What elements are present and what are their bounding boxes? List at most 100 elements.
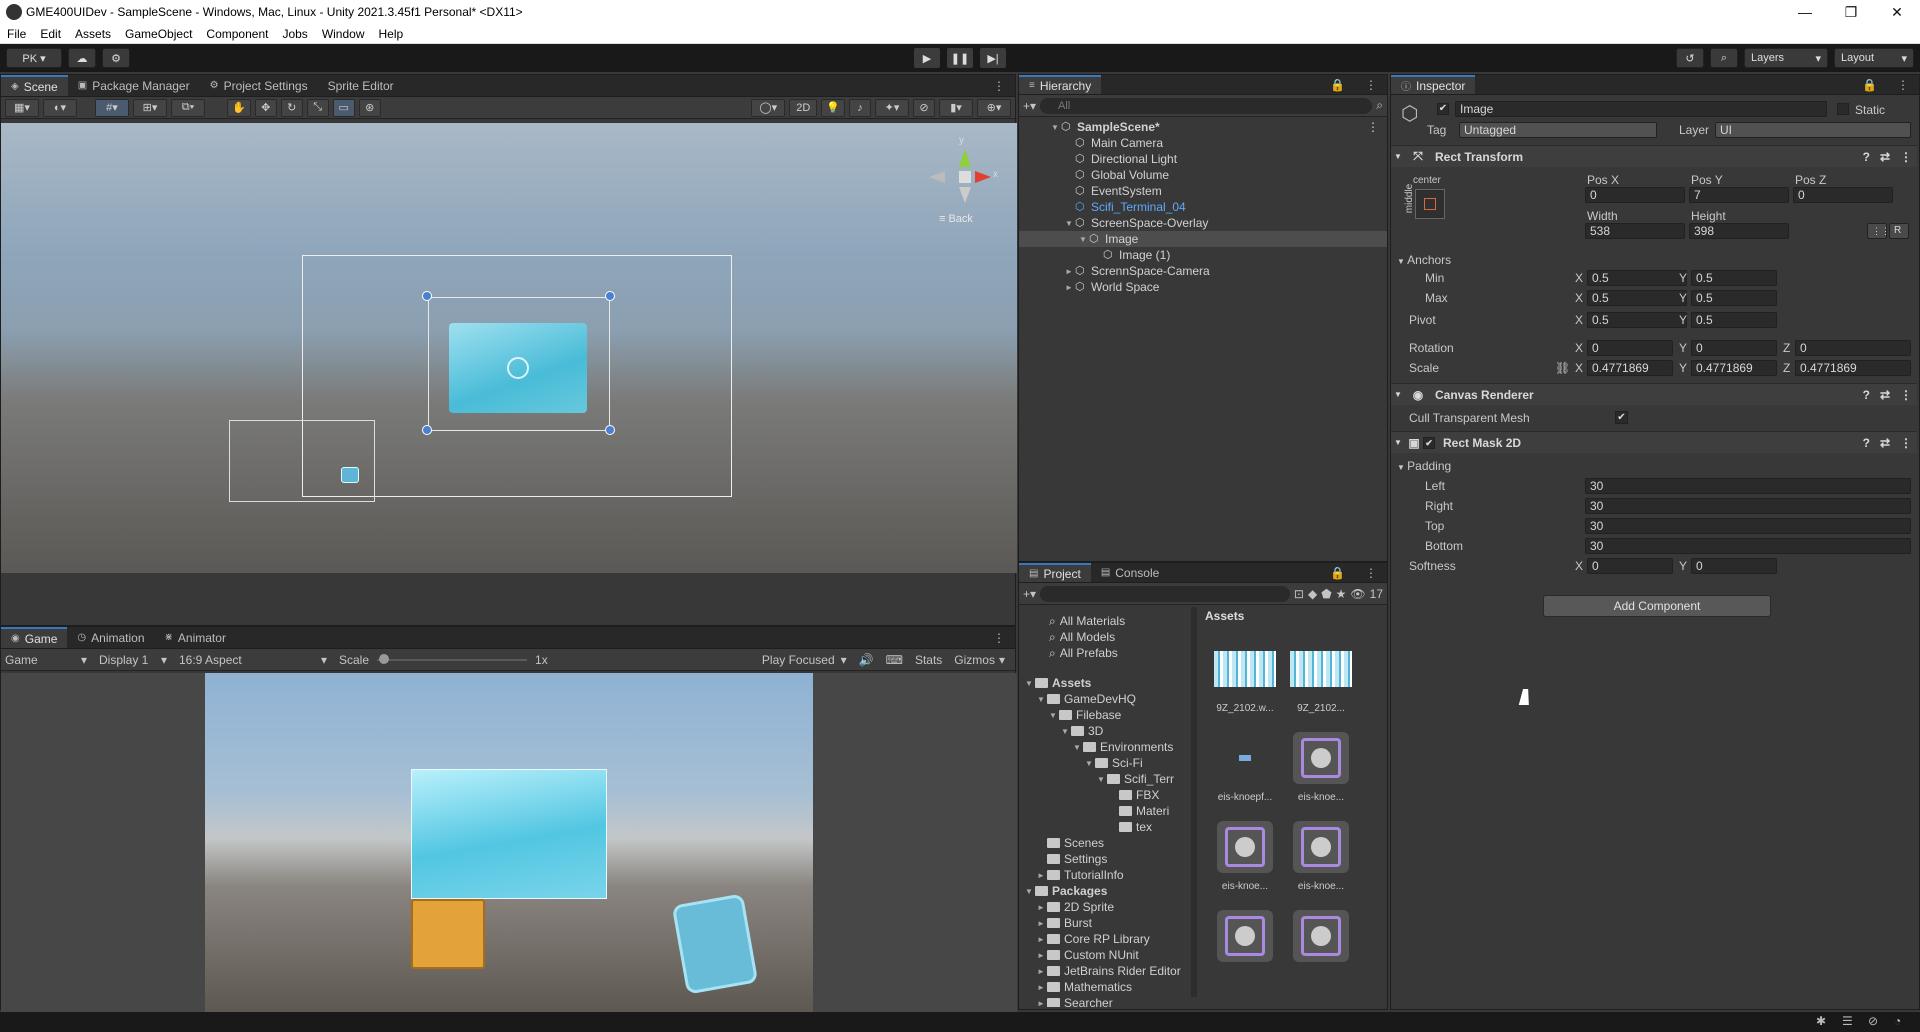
pivot-y-field[interactable]: 0.5 bbox=[1691, 312, 1777, 328]
blueprint-mode-button[interactable]: ⋮⋮ bbox=[1867, 223, 1887, 239]
project-tree-row[interactable]: ► JetBrains Rider Editor bbox=[1019, 963, 1191, 979]
audio-icon[interactable]: ♪ bbox=[849, 98, 871, 117]
project-tree-row[interactable]: ► Searcher bbox=[1019, 995, 1191, 1007]
foldout-arrow-icon[interactable]: ▼ bbox=[1059, 727, 1071, 736]
anchors-foldout[interactable]: ▼ Anchors bbox=[1397, 253, 1451, 267]
move-tool-icon[interactable]: ✥ bbox=[254, 98, 277, 117]
pause-button[interactable]: ❚❚ bbox=[947, 48, 973, 68]
project-tree-row[interactable]: Settings bbox=[1019, 851, 1191, 867]
project-tree-row[interactable]: ► Mathematics bbox=[1019, 979, 1191, 995]
scale-x-field[interactable]: 0.4771869 bbox=[1587, 360, 1673, 376]
hierarchy-row[interactable]: ⬡ Global Volume bbox=[1019, 167, 1387, 183]
menu-edit[interactable]: Edit bbox=[33, 27, 68, 41]
rect-mask-enabled-checkbox[interactable]: ✔ bbox=[1423, 436, 1435, 449]
auto-gen-lighting-icon[interactable]: ⊘ bbox=[1868, 1014, 1878, 1028]
scene-viewport[interactable]: y x ≡ Back bbox=[1, 123, 1017, 573]
draw-mode-icon[interactable]: ▦▾ bbox=[5, 98, 39, 117]
grid-snap-icon[interactable]: #▾ bbox=[95, 98, 129, 117]
menu-window[interactable]: Window bbox=[315, 27, 372, 41]
project-tree-row[interactable]: ▼ 3D bbox=[1019, 723, 1191, 739]
component-menu-icon[interactable]: ⋮ bbox=[1895, 150, 1917, 164]
component-menu-icon[interactable]: ⋮ bbox=[1895, 388, 1917, 402]
scene-gizmo[interactable]: y x ≡ Back bbox=[929, 135, 1005, 225]
foldout-arrow-icon[interactable]: ▼ bbox=[1095, 775, 1107, 784]
cache-icon[interactable]: ☰ bbox=[1842, 1014, 1853, 1028]
rect-transform-header[interactable]: ▼ ⤧ Rect Transform ? ⇄ ⋮ bbox=[1391, 145, 1917, 167]
foldout-arrow-icon[interactable]: ▼ bbox=[1391, 152, 1405, 161]
asset-item[interactable] bbox=[1207, 908, 1283, 970]
tab-scene[interactable]: ◈ Scene bbox=[1, 75, 68, 96]
panel-menu-icon[interactable]: ⋮ bbox=[983, 627, 1015, 648]
mode-2d-button[interactable]: 2D bbox=[789, 98, 818, 117]
raw-edit-button[interactable]: R bbox=[1889, 223, 1909, 239]
tab-animation[interactable]: ◷ Animation bbox=[67, 627, 154, 648]
rect-handle[interactable] bbox=[605, 291, 615, 301]
help-icon[interactable]: ? bbox=[1858, 388, 1875, 402]
project-tree-row[interactable]: Materi bbox=[1019, 803, 1191, 819]
foldout-arrow-icon[interactable]: ► bbox=[1035, 871, 1047, 880]
tab-inspector[interactable]: ⓘ Inspector bbox=[1391, 75, 1476, 94]
maximize-button[interactable]: ❐ bbox=[1828, 4, 1874, 21]
project-tree-row[interactable]: FBX bbox=[1019, 787, 1191, 803]
asset-item[interactable]: eis-knoe... bbox=[1283, 819, 1359, 892]
render-mode-icon[interactable]: ◐▾ bbox=[43, 98, 77, 117]
increment-snap-icon[interactable]: ⧉▾ bbox=[171, 98, 205, 117]
foldout-arrow-icon[interactable]: ► bbox=[1035, 967, 1047, 976]
pos-z-field[interactable]: 0 bbox=[1793, 187, 1893, 203]
favorite-item[interactable]: ⌕ All Materials bbox=[1049, 613, 1191, 629]
layer-dropdown[interactable]: UI bbox=[1715, 122, 1911, 138]
padding-bottom-field[interactable]: 30 bbox=[1585, 538, 1911, 554]
gizmo-neg-y-axis-icon[interactable] bbox=[959, 187, 971, 203]
scale-y-field[interactable]: 0.4771869 bbox=[1691, 360, 1777, 376]
hierarchy-row[interactable]: ⬡ Main Camera bbox=[1019, 135, 1387, 151]
hierarchy-row[interactable]: ⬡ Image (1) bbox=[1019, 247, 1387, 263]
tab-sprite-editor[interactable]: Sprite Editor bbox=[318, 75, 404, 96]
preset-icon[interactable]: ⇄ bbox=[1875, 388, 1895, 402]
active-checkbox[interactable]: ✔ bbox=[1437, 103, 1449, 115]
keyboard-icon[interactable]: ⌨ bbox=[880, 653, 909, 667]
rotation-y-field[interactable]: 0 bbox=[1691, 340, 1777, 356]
stats-button[interactable]: Stats bbox=[909, 653, 948, 667]
foldout-arrow-icon[interactable]: ► bbox=[1035, 919, 1047, 928]
hidden-count-icon[interactable]: 👁 bbox=[1350, 587, 1365, 601]
project-tree-row[interactable]: ► Custom NUnit bbox=[1019, 947, 1191, 963]
preset-icon[interactable]: ⇄ bbox=[1875, 436, 1895, 450]
project-tree-row[interactable]: ▼ Packages bbox=[1019, 883, 1191, 899]
static-checkbox[interactable] bbox=[1837, 103, 1849, 115]
help-icon[interactable]: ? bbox=[1858, 436, 1875, 450]
constrain-proportions-icon[interactable]: ⛓ bbox=[1555, 361, 1570, 375]
asset-item[interactable]: eis-knoe... bbox=[1283, 730, 1359, 803]
menu-jobs[interactable]: Jobs bbox=[275, 27, 314, 41]
camera-icon[interactable]: ▮▾ bbox=[939, 98, 973, 117]
gizmo-neg-x-axis-icon[interactable] bbox=[929, 171, 945, 183]
project-tree-row[interactable]: ▼ GameDevHQ bbox=[1019, 691, 1191, 707]
foldout-arrow-icon[interactable]: ▼ bbox=[1391, 438, 1405, 447]
foldout-arrow-icon[interactable]: ▼ bbox=[1023, 887, 1035, 896]
foldout-arrow-icon[interactable]: ► bbox=[1035, 903, 1047, 912]
foldout-arrow-icon[interactable]: ▼ bbox=[1035, 695, 1047, 704]
step-button[interactable]: ▶| bbox=[980, 48, 1006, 68]
rect-handle[interactable] bbox=[422, 425, 432, 435]
gizmo-x-axis-icon[interactable] bbox=[975, 171, 991, 183]
gizmos-dropdown[interactable]: Gizmos ▾ bbox=[948, 653, 1011, 667]
foldout-arrow-icon[interactable]: ▼ bbox=[1049, 123, 1061, 132]
rotation-x-field[interactable]: 0 bbox=[1587, 340, 1673, 356]
asset-item[interactable]: 9Z_2102... bbox=[1283, 641, 1359, 714]
play-focused-dropdown[interactable]: Play Focused ▾ bbox=[756, 653, 853, 667]
foldout-arrow-icon[interactable]: ► bbox=[1035, 935, 1047, 944]
play-button[interactable]: ▶ bbox=[914, 48, 940, 68]
gizmo-center-icon[interactable] bbox=[959, 171, 971, 183]
width-field[interactable]: 538 bbox=[1585, 223, 1685, 239]
panel-menu-icon[interactable]: ⋮ bbox=[1355, 75, 1387, 94]
search-icon[interactable]: ⌕ bbox=[1710, 48, 1738, 68]
project-search-input[interactable] bbox=[1040, 585, 1290, 602]
foldout-arrow-icon[interactable]: ► bbox=[1035, 983, 1047, 992]
grid-icon[interactable]: ⊞▾ bbox=[133, 98, 167, 117]
orientation-icon[interactable]: ◯▾ bbox=[751, 98, 786, 117]
foldout-arrow-icon[interactable]: ► bbox=[1063, 267, 1075, 276]
anchor-min-x-field[interactable]: 0.5 bbox=[1587, 270, 1687, 286]
foldout-arrow-icon[interactable]: ► bbox=[1035, 999, 1047, 1008]
padding-top-field[interactable]: 30 bbox=[1585, 518, 1911, 534]
favorite-item[interactable]: ⌕ All Models bbox=[1049, 629, 1191, 645]
mute-audio-icon[interactable]: 🔊 bbox=[853, 653, 880, 667]
